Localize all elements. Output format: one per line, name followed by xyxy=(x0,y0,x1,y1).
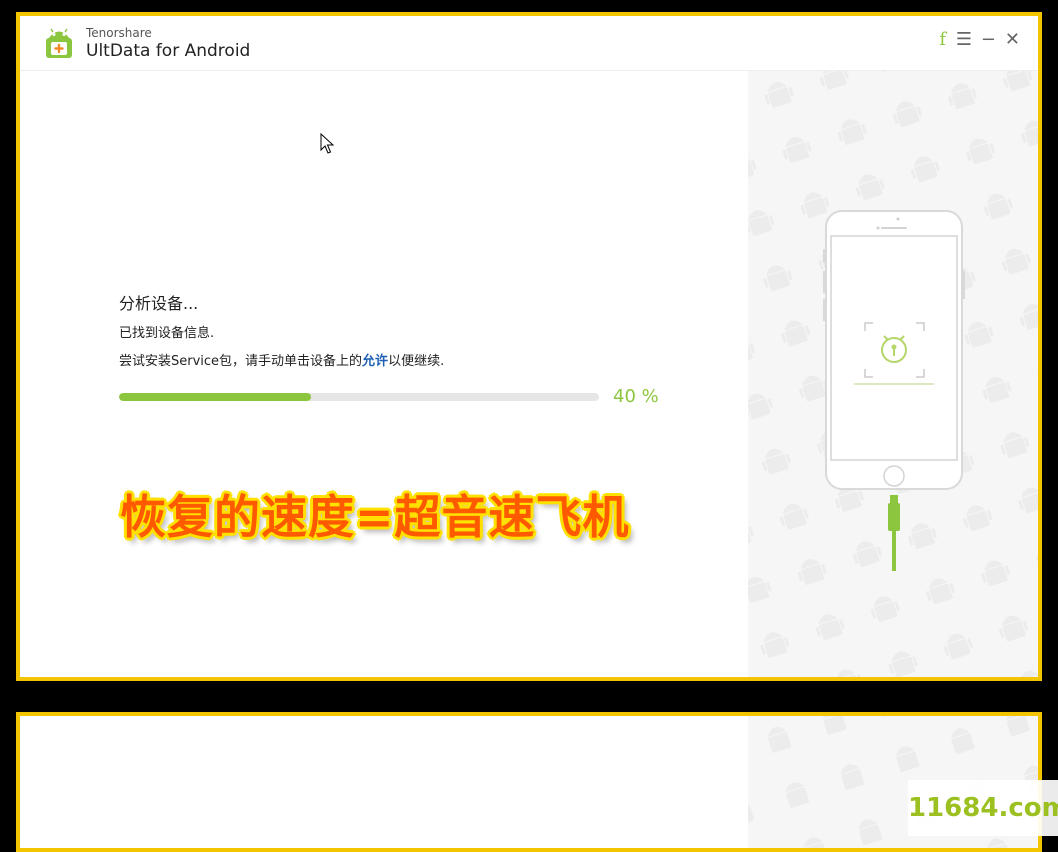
brand-name: Tenorshare xyxy=(86,26,152,40)
progress-percent: 40 % xyxy=(613,386,659,407)
app-window: Tenorshare UltData for Android f ☰ − ✕ 分… xyxy=(16,12,1042,681)
minimize-icon[interactable]: − xyxy=(981,30,996,50)
android-logo-icon xyxy=(46,28,72,58)
facebook-icon[interactable]: f xyxy=(939,30,946,50)
phone-illustration xyxy=(748,71,1038,677)
menu-icon[interactable]: ☰ xyxy=(956,30,972,50)
site-watermark: 11684.com xyxy=(908,780,1058,836)
main-panel: 分析设备... 已找到设备信息. 尝试安装Service包，请手动单击设备上的允… xyxy=(20,71,748,677)
status-title: 分析设备... xyxy=(119,294,199,313)
install-instruction-text: 尝试安装Service包，请手动单击设备上的 xyxy=(119,354,363,369)
status-line-install: 尝试安装Service包，请手动单击设备上的允许以便继续. xyxy=(119,350,444,369)
continue-text: 以便继续. xyxy=(388,354,445,369)
mouse-cursor-icon xyxy=(320,133,334,154)
status-line-found: 已找到设备信息. xyxy=(119,326,215,341)
illustration-panel xyxy=(748,71,1038,677)
allow-text: 允许 xyxy=(362,354,389,369)
product-name: UltData for Android xyxy=(86,41,251,61)
overlay-caption: 恢复的速度=超音速飞机 xyxy=(120,490,630,544)
progress-fill xyxy=(119,393,311,401)
app-window-preview xyxy=(16,712,1042,852)
close-icon[interactable]: ✕ xyxy=(1005,30,1020,50)
title-bar: Tenorshare UltData for Android f ☰ − ✕ xyxy=(20,16,1038,71)
progress-bar xyxy=(119,393,599,401)
